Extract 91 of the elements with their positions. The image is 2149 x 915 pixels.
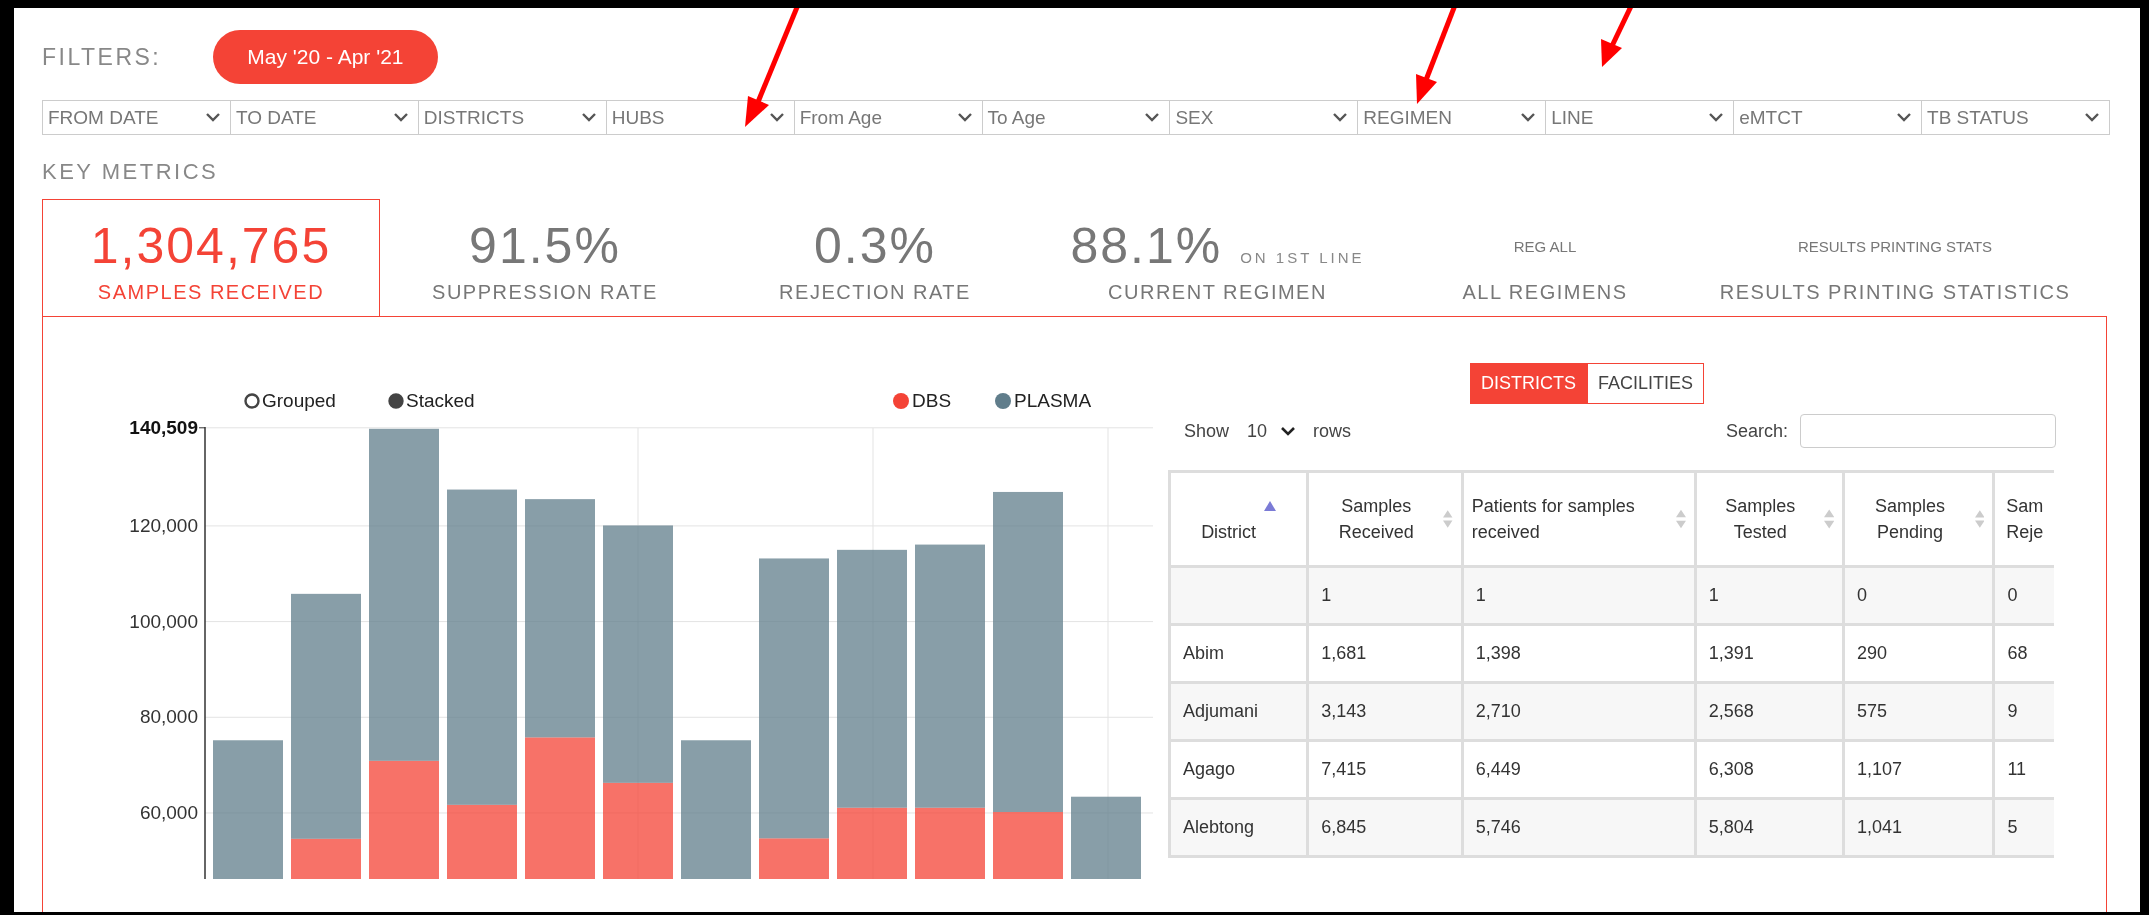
view-tab[interactable]: DISTRICTS [1469,363,1587,404]
table-cell: Adjumani [1183,701,1259,721]
table-cell: 6,845 [1321,817,1367,837]
search-label: Search: [1725,420,1788,442]
table-cell: 1 [1321,585,1332,605]
filter-dropdown[interactable]: SEX [1170,101,1359,134]
rows-label: rows [1313,420,1352,442]
table-cell: 290 [1857,643,1888,663]
chevron-down-icon [1521,113,1536,122]
legend-item[interactable]: DBS [893,390,952,411]
metric-tab[interactable]: REG ALL ALL REGIMENS [1395,199,1695,316]
metric-note: ON 1ST LINE [1240,249,1365,266]
table-cell: 1,398 [1475,643,1521,663]
table-cell: 1,107 [1857,759,1903,779]
table-cell: 0 [1857,585,1868,605]
axis-label: 140,509 [129,416,198,438]
axis-label: 80,000 [139,706,198,728]
filter-dropdown[interactable]: TO DATE [230,101,419,134]
legend-label: DBS [912,390,952,411]
filter-dropdown[interactable]: FROM DATE [43,101,231,134]
metric-tab[interactable]: 88.1% ON 1ST LINE CURRENT REGIMEN [1040,199,1395,316]
chart-mode-radio[interactable]: Stacked [388,390,475,411]
metric-value: 88.1% [1070,217,1223,275]
table-cell: 575 [1857,701,1888,721]
chevron-down-icon [1897,113,1912,122]
table-cell: 5,804 [1708,817,1754,837]
metric-value: 0.3% [814,217,936,275]
metric-card[interactable]: 1,304,765 SAMPLES RECEIVED [42,199,380,316]
chevron-down-icon [1145,113,1160,122]
table-cell: 3,143 [1321,701,1367,721]
filter-dropdown[interactable]: TB STATUS [1922,101,2109,134]
filter-dropdown[interactable]: eMTCT [1734,101,1923,134]
table-cell: 6,308 [1708,759,1754,779]
metric-tab[interactable]: 91.5% SUPPRESSION RATE [380,199,710,316]
table-cell: 2,568 [1708,701,1754,721]
axis-label: 120,000 [129,514,198,536]
table-cell: 6,449 [1475,759,1521,779]
table-cell: Alebtong [1183,817,1255,837]
filter-dropdown[interactable]: To Age [982,101,1171,134]
page-size-select[interactable]: 10 [1247,420,1296,442]
chevron-down-icon [1333,113,1348,122]
filter-dropdown[interactable]: REGIMEN [1358,101,1547,134]
show-label: Show [1184,420,1230,442]
legend-label: PLASMA [1014,390,1092,411]
axis-label: 60,000 [139,802,198,823]
metric-tab[interactable]: RESULTS PRINTING STATS RESULTS PRINTING STATISTICS [1695,199,2095,316]
table-cell: 5 [2007,817,2018,837]
chevron-down-icon [2084,113,2099,122]
metric-caption: RESULTS PRINTING STATS [1797,237,1993,255]
chevron-down-icon [957,113,972,122]
metric-tab[interactable]: 0.3% REJECTION RATE [710,199,1040,316]
chevron-down-icon [581,113,596,122]
metric-value: 1,304,765 [90,217,332,275]
table-cell: 5,746 [1475,817,1521,837]
table-cell: 0 [2007,585,2018,605]
chevron-down-icon [769,113,784,122]
chart-mode-radio[interactable]: Grouped [244,390,336,411]
table-cell: 2,710 [1475,701,1521,721]
table-cell: 11 [2007,759,2027,779]
filter-dropdown[interactable]: From Age [794,101,983,134]
metric-label: ALL REGIMENS [1462,281,1628,304]
filter-dropdown[interactable]: LINE [1546,101,1735,134]
table-cell: 1,391 [1708,643,1754,663]
table-cell: 1 [1475,585,1486,605]
table-cell: 1,681 [1321,643,1367,663]
chevron-down-icon [1281,426,1296,436]
metric-label: RESULTS PRINTING STATISTICS [1719,281,2071,304]
chevron-down-icon [1709,113,1724,122]
table-cell: 68 [2007,643,2028,663]
metric-label: REJECTION RATE [779,281,971,304]
metric-caption: REG ALL [1513,237,1577,255]
view-tab[interactable]: FACILITIES [1587,363,1704,404]
key-metrics-title: KEY METRICS [42,159,220,185]
metric-label: SUPPRESSION RATE [432,281,658,304]
chevron-down-icon [393,113,408,122]
metric-label: SAMPLES RECEIVED [97,281,325,304]
table-cell: 1,041 [1857,817,1903,837]
period-pill[interactable]: May '20 - Apr '21 [213,30,438,84]
table-cell: 7,415 [1321,759,1367,779]
table-cell: 9 [2007,701,2018,721]
table-cell: 1 [1708,585,1719,605]
search-field[interactable] [1800,414,2056,448]
table-cell: Agago [1183,759,1236,779]
axis-label: 100,000 [129,610,198,632]
filters-title: FILTERS: [42,43,162,71]
metric-label: CURRENT REGIMEN [1108,281,1327,304]
legend-item[interactable]: PLASMA [995,390,1092,411]
metric-value: 91.5% [469,217,621,275]
filter-dropdown[interactable]: DISTRICTS [418,101,607,134]
chevron-down-icon [205,113,220,122]
table-cell: Abim [1183,643,1224,663]
